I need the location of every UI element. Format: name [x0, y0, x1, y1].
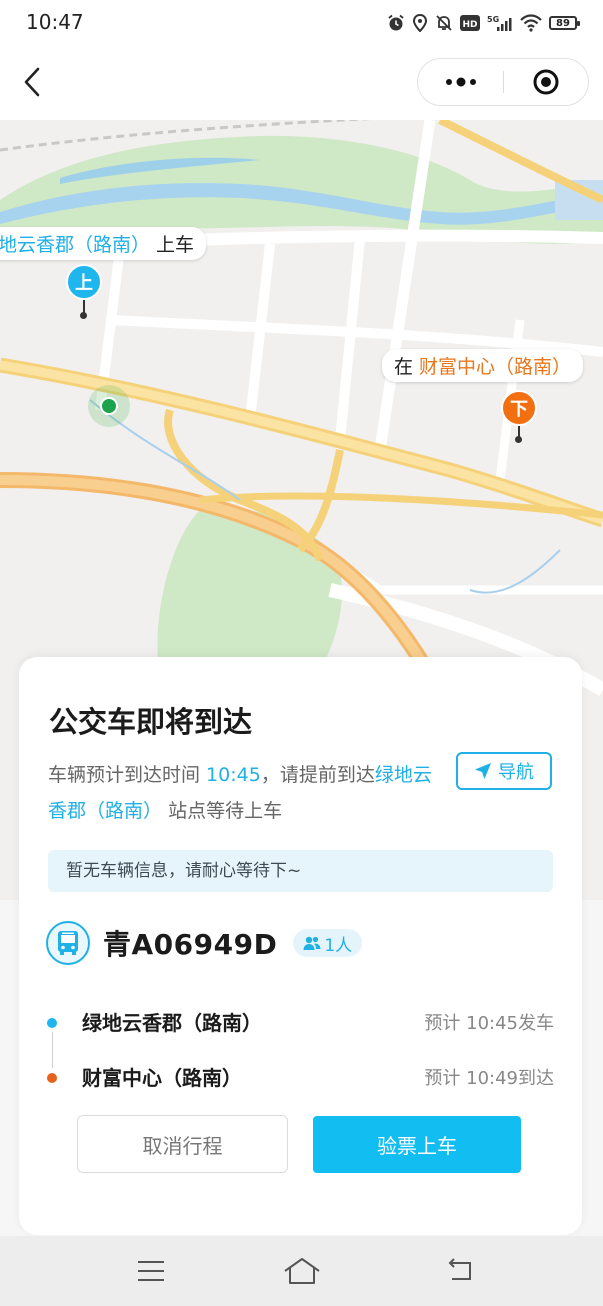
- boarding-pin[interactable]: 上: [66, 264, 102, 300]
- arrival-mid: ，请提前到达: [260, 764, 375, 786]
- boarding-stop-label[interactable]: 地云香郡（路南） 上车: [0, 227, 207, 260]
- back-icon: [448, 1258, 471, 1280]
- boarding-stop-name: 地云香郡（路南）: [0, 234, 151, 256]
- navigate-arrow-icon: [475, 763, 491, 779]
- route-stop-eta: 预计 10:49到达: [424, 1068, 554, 1089]
- trip-card: 公交车即将到达 车辆预计到达时间 10:45，请提前到达绿地云香郡（路南） 站点…: [19, 657, 582, 1235]
- vehicle-notice: 暂无车辆信息，请耐心等待下~: [48, 850, 553, 892]
- alighting-pin-dot: [515, 436, 522, 443]
- check-ticket-button[interactable]: 验票上车: [313, 1116, 521, 1173]
- route-stop-eta: 预计 10:45发车: [424, 1013, 554, 1034]
- arrival-prefix: 车辆预计到达时间: [48, 764, 207, 786]
- target-close-icon: [533, 69, 558, 95]
- passenger-count: 1人: [324, 935, 353, 956]
- alighting-pin[interactable]: 下: [501, 390, 537, 426]
- status-time: 10:47: [26, 10, 84, 34]
- bus-icon: [46, 921, 90, 965]
- svg-text:5G: 5G: [487, 15, 499, 24]
- current-location-dot: [100, 397, 118, 415]
- card-title: 公交车即将到达: [49, 705, 253, 739]
- alighting-prefix: 在: [394, 356, 420, 378]
- status-bar: 10:47 HD 5G 89: [0, 0, 603, 46]
- nav-bar: [0, 46, 603, 120]
- route-stop-name: 绿地云香郡（路南）: [82, 1011, 262, 1035]
- route-stop-boarding: 绿地云香郡（路南） 预计 10:45发车: [44, 1007, 554, 1037]
- alighting-stop-name: 财富中心（路南）: [419, 356, 572, 378]
- menu-button[interactable]: [131, 1255, 171, 1287]
- boarding-pin-dot: [80, 312, 87, 319]
- route-stop-alighting: 财富中心（路南） 预计 10:49到达: [44, 1062, 554, 1092]
- more-dots-icon: [445, 77, 476, 87]
- svg-text:HD: HD: [462, 20, 477, 30]
- chevron-left-icon: [24, 67, 40, 97]
- signal-icon: 5G: [487, 15, 512, 31]
- alarm-icon: [388, 14, 404, 31]
- route-stop-name: 财富中心（路南）: [82, 1066, 242, 1090]
- boarding-dot: [47, 1018, 57, 1028]
- passenger-badge: 1人: [293, 929, 363, 957]
- hd-icon: HD: [460, 15, 480, 31]
- arrival-time: 10:45: [206, 764, 261, 786]
- bus-glyph-icon: [58, 931, 78, 955]
- system-nav-bar: [0, 1236, 603, 1306]
- cancel-trip-button[interactable]: 取消行程: [77, 1115, 288, 1173]
- menu-icon: [138, 1261, 164, 1281]
- arrival-suffix: 站点等待上车: [168, 800, 283, 822]
- back-button[interactable]: [18, 64, 48, 100]
- mute-icon: [436, 15, 452, 31]
- status-icons: HD 5G 89: [387, 11, 580, 35]
- alighting-stop-label[interactable]: 在 财富中心（路南）: [382, 349, 584, 382]
- home-button[interactable]: [282, 1255, 322, 1287]
- navigate-button[interactable]: 导航: [456, 752, 552, 790]
- battery-icon: 89: [549, 16, 580, 30]
- home-icon: [284, 1258, 320, 1284]
- close-button[interactable]: [503, 59, 588, 105]
- wifi-icon: [520, 14, 542, 32]
- people-icon: [303, 936, 321, 950]
- plate-number: 青A06949D: [103, 928, 278, 961]
- navigate-label: 导航: [498, 762, 534, 783]
- location-icon: [412, 14, 428, 32]
- vehicle-row: 青A06949D 1人: [46, 919, 363, 967]
- alighting-dot: [47, 1073, 57, 1083]
- back-nav-button[interactable]: [440, 1255, 480, 1287]
- boarding-suffix: 上车: [150, 234, 195, 256]
- arrival-info: 车辆预计到达时间 10:45，请提前到达绿地云香郡（路南） 站点等待上车: [48, 757, 440, 829]
- mini-program-capsule: [417, 58, 589, 106]
- more-button[interactable]: [418, 59, 503, 105]
